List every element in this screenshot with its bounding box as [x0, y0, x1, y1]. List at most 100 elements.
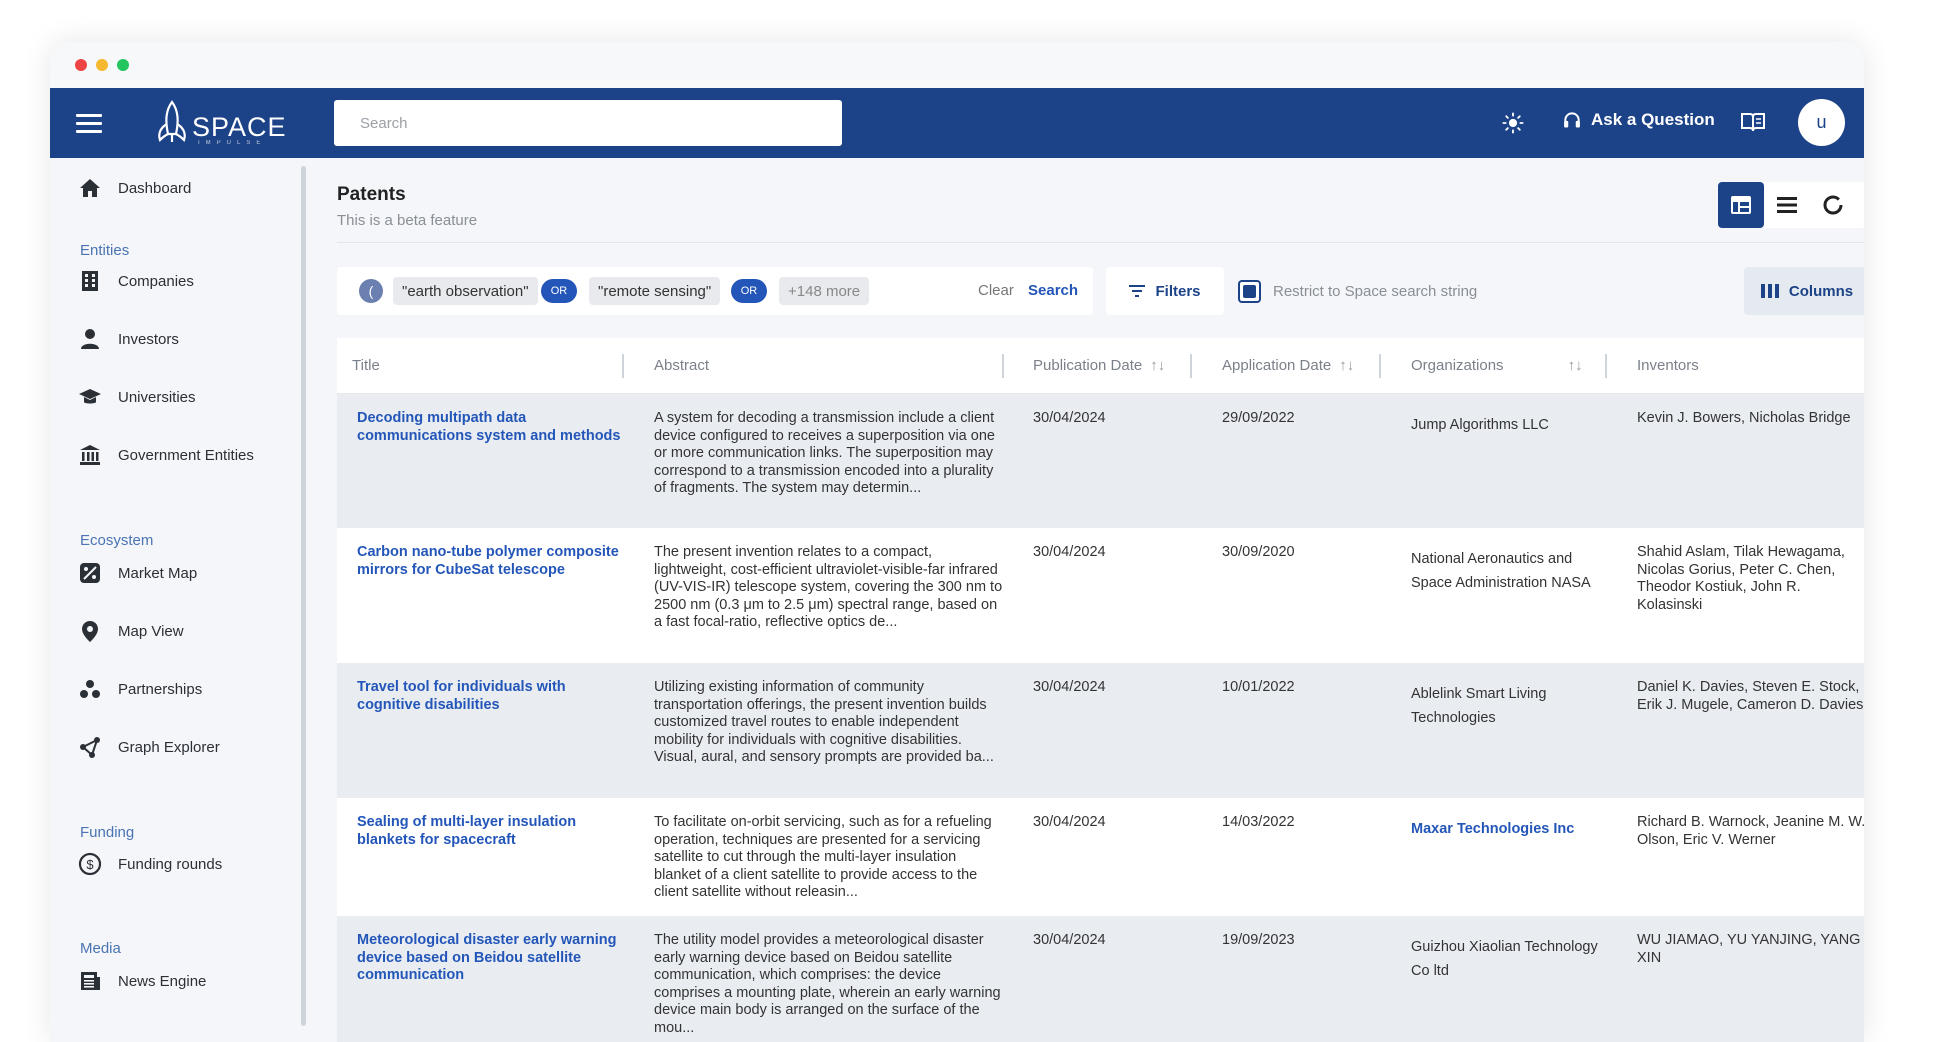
sidebar-item-label: Government Entities — [118, 446, 254, 464]
header-divider — [337, 242, 1864, 243]
patent-abstract: Utilizing existing information of commun… — [654, 679, 994, 765]
table-row[interactable]: Sealing of multi-layer insulation blanke… — [337, 798, 1864, 916]
patent-abstract: A system for decoding a transmission inc… — [654, 410, 995, 496]
organization-link[interactable]: Maxar Technologies Inc — [1411, 817, 1611, 841]
or-operator-pill[interactable]: OR — [731, 279, 767, 303]
sidebar-item-partnerships[interactable]: Partnerships — [78, 677, 202, 701]
sidebar-item-companies[interactable]: Companies — [78, 269, 194, 293]
column-header-publication-date[interactable]: Publication Date ↑↓ — [1033, 357, 1165, 374]
column-header-abstract[interactable]: Abstract — [654, 357, 709, 374]
list-view-icon — [1777, 197, 1797, 213]
paren-token[interactable]: ( — [359, 279, 383, 303]
sidebar-item-government[interactable]: Government Entities — [78, 443, 254, 467]
sidebar-item-market-map[interactable]: Market Map — [78, 561, 197, 585]
ask-question-label: Ask a Question — [1591, 110, 1715, 129]
partnerships-icon — [80, 680, 100, 698]
section-label-entities: Entities — [80, 242, 130, 259]
inventors: Kevin J. Bowers, Nicholas Bridge — [1637, 410, 1851, 426]
more-terms-chip[interactable]: +148 more — [779, 277, 870, 305]
sort-icon: ↑↓ — [1150, 357, 1166, 374]
logo[interactable]: SPACE IMPULSE — [154, 98, 286, 150]
sidebar-item-news-engine[interactable]: News Engine — [78, 969, 206, 993]
graduation-cap-icon — [79, 389, 101, 404]
column-resizer[interactable] — [1002, 354, 1004, 378]
headset-icon — [1564, 112, 1580, 128]
column-header-title[interactable]: Title — [352, 357, 380, 374]
table-row[interactable]: Meteorological disaster early warning de… — [337, 916, 1864, 1042]
column-resizer[interactable] — [622, 354, 624, 378]
organization: Jump Algorithms LLC — [1411, 417, 1549, 433]
theme-toggle-sun-icon[interactable] — [1502, 112, 1524, 134]
list-view-button[interactable] — [1764, 182, 1810, 228]
table-row[interactable]: Travel tool for individuals with cogniti… — [337, 663, 1864, 798]
restrict-checkbox[interactable] — [1238, 279, 1261, 303]
maximize-window-dot[interactable] — [117, 59, 129, 71]
sidebar-item-label: Companies — [118, 272, 194, 290]
sidebar-item-label: Graph Explorer — [118, 738, 220, 756]
query-builder[interactable]: ( "earth observation" OR "remote sensing… — [337, 267, 1093, 315]
table-view-icon — [1731, 196, 1751, 214]
table-row[interactable]: Decoding multipath data communications s… — [337, 394, 1864, 528]
ask-question-button[interactable]: Ask a Question — [1562, 110, 1715, 130]
columns-button[interactable]: Columns — [1744, 267, 1864, 315]
sidebar-item-label: Map View — [118, 622, 184, 640]
sidebar-item-label: Funding rounds — [118, 855, 223, 873]
sidebar-item-dashboard[interactable]: Dashboard — [78, 176, 191, 200]
menu-icon[interactable] — [76, 114, 102, 134]
sidebar-item-universities[interactable]: Universities — [78, 385, 196, 409]
organization: National Aeronautics and Space Administr… — [1411, 551, 1591, 591]
home-icon — [80, 179, 100, 197]
building-icon — [82, 271, 98, 291]
table-view-button[interactable] — [1718, 182, 1764, 228]
sidebar-item-map-view[interactable]: Map View — [78, 619, 184, 643]
inventors: WU JIAMAO, YU YANJING, YANG XIN — [1637, 932, 1861, 966]
run-search-link[interactable]: Search — [1028, 282, 1078, 299]
or-operator-pill[interactable]: OR — [541, 279, 577, 303]
restrict-toggle[interactable]: Restrict to Space search string — [1238, 267, 1477, 315]
publication-date: 30/04/2024 — [1033, 410, 1106, 426]
filters-button[interactable]: Filters — [1106, 267, 1224, 315]
column-header-organizations[interactable]: Organizations ↑↓ — [1411, 357, 1583, 374]
sidebar-item-graph-explorer[interactable]: Graph Explorer — [78, 735, 220, 759]
sidebar-item-label: Universities — [118, 388, 196, 406]
query-term-chip[interactable]: "earth observation" — [393, 277, 538, 305]
sidebar-item-investors[interactable]: Investors — [78, 327, 179, 351]
map-pin-icon — [82, 621, 98, 642]
query-term-chip[interactable]: "remote sensing" — [589, 277, 721, 305]
book-icon[interactable] — [1740, 110, 1766, 134]
person-icon — [81, 329, 99, 349]
column-header-inventors[interactable]: Inventors — [1637, 357, 1699, 374]
inventors: Shahid Aslam, Tilak Hewagama, Nicolas Go… — [1637, 544, 1845, 613]
column-header-application-date[interactable]: Application Date ↑↓ — [1222, 357, 1354, 374]
patent-title-link[interactable]: Sealing of multi-layer insulation blanke… — [357, 814, 627, 849]
sidebar-item-funding-rounds[interactable]: $ Funding rounds — [78, 852, 222, 876]
column-resizer[interactable] — [1190, 354, 1192, 378]
view-toggle-group — [1718, 182, 1864, 228]
sidebar-item-label: News Engine — [118, 972, 207, 990]
sidebar-item-label: Partnerships — [118, 680, 203, 698]
application-date: 30/09/2020 — [1222, 544, 1295, 560]
market-map-icon — [80, 563, 100, 583]
publication-date: 30/04/2024 — [1033, 932, 1106, 948]
column-resizer[interactable] — [1605, 354, 1607, 378]
table-row[interactable]: Carbon nano-tube polymer composite mirro… — [337, 528, 1864, 663]
restrict-label: Restrict to Space search string — [1273, 282, 1478, 300]
publication-date: 30/04/2024 — [1033, 679, 1106, 695]
patent-title-link[interactable]: Travel tool for individuals with cogniti… — [357, 679, 627, 714]
minimize-window-dot[interactable] — [96, 59, 108, 71]
patent-abstract: To facilitate on-orbit servicing, such a… — [654, 814, 992, 900]
global-search-input[interactable] — [334, 100, 842, 146]
sort-icon: ↑↓ — [1567, 357, 1583, 374]
patent-title-link[interactable]: Carbon nano-tube polymer composite mirro… — [357, 544, 627, 579]
patent-title-link[interactable]: Meteorological disaster early warning de… — [357, 932, 627, 985]
section-label-media: Media — [80, 940, 121, 957]
column-resizer[interactable] — [1379, 354, 1381, 378]
sidebar: Dashboard Entities Companies Investors U… — [50, 158, 306, 1042]
government-building-icon — [80, 445, 100, 465]
user-avatar[interactable]: u — [1798, 99, 1845, 146]
patent-abstract: The utility model provides a meteorologi… — [654, 932, 1001, 1036]
chart-view-button[interactable] — [1810, 182, 1856, 228]
clear-query-link[interactable]: Clear — [978, 282, 1014, 299]
patent-title-link[interactable]: Decoding multipath data communications s… — [357, 410, 627, 445]
close-window-dot[interactable] — [75, 59, 87, 71]
